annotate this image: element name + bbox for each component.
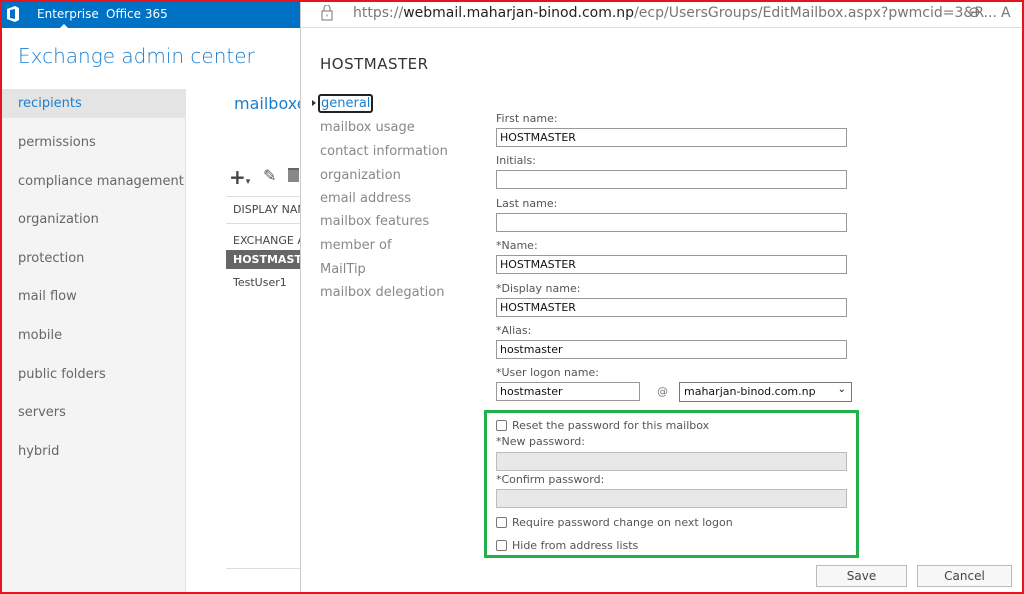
sidebar-item-compliance-management[interactable]: compliance management: [0, 167, 186, 196]
add-icon[interactable]: +▾: [229, 165, 250, 189]
column-header-display-name[interactable]: DISPLAY NAME: [233, 203, 300, 216]
name-input[interactable]: [496, 255, 847, 274]
last-name-input[interactable]: [496, 213, 847, 232]
initials-input[interactable]: [496, 170, 847, 189]
zoom-icon[interactable]: ⊖: [968, 3, 981, 21]
nav-mailbox-usage[interactable]: mailbox usage: [320, 120, 415, 135]
sidebar-item-hybrid[interactable]: hybrid: [0, 437, 186, 466]
domain-value: maharjan-binod.com.np: [684, 385, 816, 398]
reset-password-label: Reset the password for this mailbox: [512, 419, 710, 432]
save-button[interactable]: Save: [816, 565, 907, 587]
user-logon-label: *User logon name:: [496, 366, 599, 379]
office365-tab[interactable]: Office 365: [106, 7, 168, 21]
url-prefix: https://: [353, 5, 404, 21]
display-name-input[interactable]: [496, 298, 847, 317]
divider: [226, 568, 300, 569]
nav-organization[interactable]: organization: [320, 168, 401, 183]
nav-contact-information[interactable]: contact information: [320, 144, 448, 159]
reader-icon[interactable]: A: [1001, 5, 1011, 21]
alias-label: *Alias:: [496, 324, 532, 337]
require-password-change-checkbox[interactable]: Require password change on next logon: [496, 516, 733, 529]
sidebar-item-servers[interactable]: servers: [0, 398, 186, 427]
sidebar-item-recipients[interactable]: recipients: [0, 89, 186, 118]
delete-icon[interactable]: [288, 168, 299, 182]
checkbox-icon: [496, 517, 507, 528]
reset-password-checkbox[interactable]: Reset the password for this mailbox: [496, 419, 709, 432]
page-title: mailboxe: [234, 94, 307, 113]
sidebar-item-organization[interactable]: organization: [0, 205, 186, 234]
require-password-change-label: Require password change on next logon: [512, 516, 733, 529]
table-row[interactable]: TestUser1: [233, 276, 287, 289]
hide-from-address-lists-checkbox[interactable]: Hide from address lists: [496, 539, 638, 552]
first-name-label: First name:: [496, 112, 558, 125]
last-name-label: Last name:: [496, 197, 558, 210]
edit-icon[interactable]: ✎: [263, 166, 276, 185]
table-row[interactable]: EXCHANGE A: [233, 234, 300, 247]
selected-arrow-icon: [312, 100, 316, 106]
sidebar-item-protection[interactable]: protection: [0, 244, 186, 273]
alias-input[interactable]: [496, 340, 847, 359]
sidebar-item-public-folders[interactable]: public folders: [0, 360, 186, 389]
url-domain: webmail.maharjan-binod.com.np: [403, 5, 635, 21]
sidebar-item-mail-flow[interactable]: mail flow: [0, 282, 186, 311]
top-bar: Enterprise Office 365: [0, 0, 302, 28]
checkbox-icon: [496, 420, 507, 431]
sidebar: recipients permissions compliance manage…: [0, 89, 186, 594]
address-bar[interactable]: https://webmail.maharjan-binod.com.np/ec…: [301, 0, 1024, 28]
enterprise-tab[interactable]: Enterprise: [37, 7, 99, 21]
initials-label: Initials:: [496, 154, 536, 167]
sidebar-item-permissions[interactable]: permissions: [0, 128, 186, 157]
dialog-title: HOSTMASTER: [320, 55, 429, 73]
nav-mailbox-delegation[interactable]: mailbox delegation: [320, 285, 444, 300]
table-row-selected[interactable]: HOSTMASTER: [226, 250, 300, 269]
url-path: /ecp/UsersGroups/EditMailbox.aspx?pwmcid…: [634, 5, 997, 21]
new-password-label: *New password:: [496, 435, 585, 448]
display-name-label: *Display name:: [496, 282, 581, 295]
divider: [226, 196, 300, 197]
app-title: Exchange admin center: [18, 44, 255, 68]
name-label: *Name:: [496, 239, 538, 252]
office-logo-icon: [7, 6, 19, 22]
lock-icon: [321, 5, 333, 21]
first-name-input[interactable]: [496, 128, 847, 147]
nav-member-of[interactable]: member of: [320, 238, 392, 253]
domain-select[interactable]: maharjan-binod.com.np ⌄: [679, 382, 852, 402]
confirm-password-label: *Confirm password:: [496, 473, 605, 486]
nav-mailbox-features[interactable]: mailbox features: [320, 214, 429, 229]
edit-mailbox-window: https://webmail.maharjan-binod.com.np/ec…: [300, 0, 1024, 594]
chevron-down-icon: ⌄: [837, 384, 846, 395]
new-password-input[interactable]: [496, 452, 847, 471]
confirm-password-input[interactable]: [496, 489, 847, 508]
nav-email-address[interactable]: email address: [320, 191, 411, 206]
divider: [226, 223, 300, 224]
checkbox-icon: [496, 540, 507, 551]
nav-general[interactable]: general: [318, 94, 374, 113]
at-sign: @: [657, 385, 668, 398]
hide-from-address-lists-label: Hide from address lists: [512, 539, 639, 552]
user-logon-input[interactable]: [496, 382, 640, 401]
cancel-button[interactable]: Cancel: [917, 565, 1012, 587]
active-tab-indicator: [60, 24, 68, 28]
nav-mailtip[interactable]: MailTip: [320, 262, 366, 277]
sidebar-item-mobile[interactable]: mobile: [0, 321, 186, 350]
